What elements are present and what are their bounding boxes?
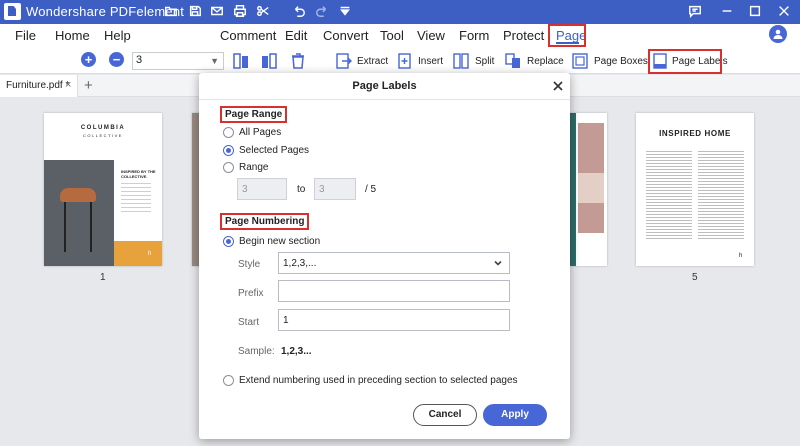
page-range-heading: Page Range [220, 106, 288, 123]
chair-photo [44, 160, 114, 266]
close-icon[interactable] [551, 79, 565, 93]
extract-icon[interactable] [333, 51, 353, 71]
page-number-1: 1 [100, 272, 106, 283]
replace-icon[interactable] [503, 51, 523, 71]
redo-icon[interactable] [313, 2, 331, 20]
chevron-down-icon [493, 257, 503, 267]
rotate-left-icon[interactable] [231, 51, 251, 71]
menu-view[interactable]: View [417, 28, 445, 43]
range-from-value: 3 [242, 184, 248, 195]
sample-label: Sample: [238, 346, 275, 357]
document-tab[interactable]: Furniture.pdf * × [0, 75, 78, 97]
delete-page-icon[interactable] [288, 51, 308, 71]
cancel-button[interactable]: Cancel [413, 404, 477, 426]
print-icon[interactable] [231, 2, 249, 20]
selected-pages-label[interactable]: Selected Pages [239, 145, 309, 156]
page-number-value: 3 [136, 54, 143, 66]
page-number-select[interactable]: 3 ▼ [132, 52, 224, 70]
menu-bar: File Home Help Comment Edit Convert Tool… [0, 24, 800, 48]
chevron-down-icon: ▼ [210, 56, 219, 66]
radio-range[interactable] [223, 162, 234, 173]
replace-label[interactable]: Replace [527, 56, 564, 67]
page-thumbnail-4[interactable] [570, 113, 607, 266]
menu-home[interactable]: Home [55, 28, 90, 43]
page-thumbnail-1[interactable]: COLUMBIA COLLECTIVE INSPIRED BY THE COLL… [44, 113, 162, 266]
page-boxes-icon[interactable] [570, 51, 590, 71]
zoom-in-button[interactable]: + [81, 52, 96, 67]
split-label[interactable]: Split [475, 56, 494, 67]
sample-value: 1,2,3... [281, 346, 312, 357]
minimize-icon[interactable] [718, 2, 736, 20]
thumb1-accent-block: h [114, 241, 162, 266]
page-boxes-label[interactable]: Page Boxes [594, 56, 648, 67]
radio-all-pages[interactable] [223, 127, 234, 138]
title-bar: Wondershare PDFelement [0, 0, 800, 24]
insert-label[interactable]: Insert [418, 56, 443, 67]
zoom-out-button[interactable]: − [109, 52, 124, 67]
page-labels-highlight [648, 49, 722, 74]
menu-edit[interactable]: Edit [285, 28, 307, 43]
close-window-icon[interactable] [775, 2, 793, 20]
menu-protect[interactable]: Protect [503, 28, 544, 43]
extract-label[interactable]: Extract [357, 56, 388, 67]
extend-numbering-label[interactable]: Extend numbering used in preceding secti… [239, 375, 518, 386]
menu-file[interactable]: File [15, 28, 36, 43]
app-title: Wondershare PDFelement [26, 4, 185, 19]
radio-extend-numbering[interactable] [223, 375, 234, 386]
user-avatar[interactable] [769, 25, 787, 43]
style-select[interactable]: 1,2,3,... [278, 252, 510, 274]
menu-form[interactable]: Form [459, 28, 489, 43]
radio-selected-pages[interactable] [223, 145, 234, 156]
rotate-right-icon[interactable] [259, 51, 279, 71]
style-label: Style [238, 259, 261, 270]
thumb1-heading: INSPIRED BY THE COLLECTIVE. [121, 169, 156, 179]
save-icon[interactable] [186, 2, 204, 20]
active-menu-underline [556, 42, 579, 44]
add-tab-icon[interactable]: + [84, 77, 93, 94]
folder-icon[interactable] [162, 2, 180, 20]
document-tab-label: Furniture.pdf * [6, 80, 70, 91]
scissors-icon[interactable] [254, 2, 272, 20]
insert-icon[interactable] [395, 51, 415, 71]
dropdown-icon[interactable] [336, 2, 354, 20]
close-tab-icon[interactable]: × [65, 79, 71, 91]
maximize-icon[interactable] [746, 2, 764, 20]
split-icon[interactable] [451, 51, 471, 71]
page-labels-dialog: Page Labels Page Range All Pages Selecte… [199, 73, 570, 439]
start-label: Start [238, 317, 260, 328]
thumb5-corner: h [739, 253, 743, 259]
all-pages-label[interactable]: All Pages [239, 127, 281, 138]
style-value: 1,2,3,... [283, 258, 317, 269]
range-to-value: 3 [319, 184, 325, 195]
menu-help[interactable]: Help [104, 28, 131, 43]
start-value: 1 [283, 315, 289, 326]
feedback-icon[interactable] [686, 2, 704, 20]
range-to-label: to [297, 184, 306, 195]
prefix-label: Prefix [238, 288, 264, 299]
app-logo-icon [4, 3, 21, 20]
menu-comment[interactable]: Comment [220, 28, 276, 43]
thumb1-brand-sub: COLLECTIVE [83, 133, 123, 138]
thumb1-corner: h [148, 251, 152, 257]
range-total: / 5 [365, 184, 377, 195]
range-label[interactable]: Range [239, 162, 268, 173]
user-icon [773, 29, 783, 39]
thumb1-brand: COLUMBIA [80, 125, 126, 131]
undo-icon[interactable] [290, 2, 308, 20]
start-input[interactable]: 1 [278, 309, 510, 331]
range-to-input[interactable]: 3 [314, 178, 356, 200]
thumb5-heading: INSPIRED HOME [659, 129, 731, 138]
begin-new-section-label[interactable]: Begin new section [239, 236, 320, 247]
prefix-input[interactable] [278, 280, 510, 302]
range-from-input[interactable]: 3 [237, 178, 287, 200]
radio-begin-new-section[interactable] [223, 236, 234, 247]
page-thumbnail-5[interactable]: INSPIRED HOME h [636, 113, 754, 266]
page-numbering-heading: Page Numbering [220, 213, 310, 230]
menu-tool[interactable]: Tool [380, 28, 404, 43]
dialog-title: Page Labels [352, 80, 417, 92]
mail-icon[interactable] [208, 2, 226, 20]
apply-button[interactable]: Apply [483, 404, 547, 426]
menu-convert[interactable]: Convert [323, 28, 369, 43]
page-number-5: 5 [692, 272, 698, 283]
